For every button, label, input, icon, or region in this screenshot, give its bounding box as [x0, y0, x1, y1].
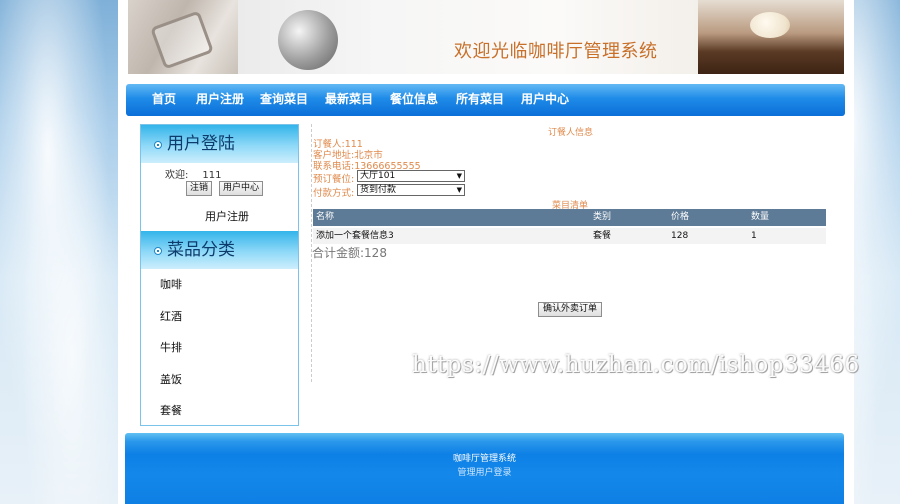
- page-container: 欢迎光临咖啡厅管理系统 首页 用户注册 查询菜目 最新菜目 餐位信息 所有菜目 …: [118, 0, 854, 504]
- column-quantity: 数量: [751, 212, 770, 222]
- nav-register[interactable]: 用户注册: [196, 88, 244, 110]
- confirm-order-button[interactable]: 确认外卖订单: [538, 302, 603, 317]
- category-item-rice[interactable]: 盖饭: [141, 364, 298, 396]
- category-list: 咖啡 红酒 牛排 盖饭 套餐: [141, 269, 298, 427]
- total-value: 128: [364, 246, 387, 260]
- coffee-cup-image: [128, 0, 238, 74]
- orderer-info-title: 订餐人信息: [548, 128, 594, 138]
- username: 111: [202, 170, 222, 181]
- background-cloud-left: [0, 0, 120, 504]
- watermark-text: https://www.huzhan.com/ishop33466: [412, 352, 860, 378]
- payment-label: 付款方式:: [313, 188, 355, 199]
- welcome-label: 欢迎:: [165, 170, 189, 181]
- table-row: 添加一个套餐信息3 套餐 128 1: [313, 228, 826, 244]
- logout-button[interactable]: 注销: [186, 181, 213, 196]
- category-heading-label: 菜品分类: [167, 240, 235, 260]
- order-total: 合计金额:128: [312, 244, 387, 261]
- login-box: 欢迎: 111 注销 用户中心 用户注册: [141, 163, 298, 231]
- category-item-coffee[interactable]: 咖啡: [141, 269, 298, 301]
- seat-select-value: 大厅101: [360, 171, 396, 181]
- nav-all-menu[interactable]: 所有菜目: [456, 88, 504, 110]
- category-heading: 菜品分类: [141, 231, 298, 269]
- admin-login-link[interactable]: 管理用户登录: [125, 465, 844, 478]
- total-label: 合计金额:: [312, 246, 365, 260]
- category-item-wine[interactable]: 红酒: [141, 301, 298, 333]
- nav-latest-menu[interactable]: 最新菜目: [325, 88, 373, 110]
- nav-user-center[interactable]: 用户中心: [521, 88, 569, 110]
- header-banner: 欢迎光临咖啡厅管理系统: [128, 0, 844, 74]
- seat-label: 预订餐位:: [313, 174, 355, 185]
- category-item-steak[interactable]: 牛排: [141, 332, 298, 364]
- order-panel: 订餐人信息 订餐人:111 客户地址:北京市 联系电话:13666655555 …: [311, 124, 830, 382]
- seat-select[interactable]: 大厅101 ▼: [357, 170, 465, 182]
- payment-select[interactable]: 货到付款 ▼: [357, 184, 465, 196]
- payment-select-value: 货到付款: [360, 185, 397, 195]
- site-title: 欢迎光临咖啡厅管理系统: [454, 41, 658, 62]
- nav-seat-info[interactable]: 餐位信息: [390, 88, 438, 110]
- sidebar: 用户登陆 欢迎: 111 注销 用户中心 用户注册 菜品分类 咖啡 红酒 牛排 盖…: [140, 124, 299, 426]
- column-category: 类别: [593, 212, 612, 222]
- footer-title: 咖啡厅管理系统: [452, 454, 516, 464]
- bullet-icon: [154, 141, 162, 149]
- main-nav: 首页 用户注册 查询菜目 最新菜目 餐位信息 所有菜目 用户中心: [126, 84, 845, 116]
- dessert-image: [698, 0, 844, 74]
- spoon-image: [278, 10, 338, 70]
- dropdown-arrow-icon: ▼: [456, 172, 462, 180]
- row-quantity: 1: [751, 231, 757, 241]
- nav-home[interactable]: 首页: [152, 88, 176, 110]
- column-price: 价格: [671, 212, 690, 222]
- user-center-button[interactable]: 用户中心: [219, 181, 264, 196]
- category-item-set-meal[interactable]: 套餐: [141, 395, 298, 427]
- login-heading: 用户登陆: [141, 125, 298, 163]
- row-category: 套餐: [593, 231, 612, 241]
- footer: 咖啡厅管理系统 管理用户登录: [125, 433, 844, 504]
- welcome-text: 欢迎: 111: [165, 166, 221, 181]
- column-name: 名称: [316, 212, 335, 222]
- nav-search-menu[interactable]: 查询菜目: [260, 88, 308, 110]
- row-price: 128: [671, 231, 689, 241]
- register-link[interactable]: 用户注册: [205, 208, 249, 224]
- login-heading-label: 用户登陆: [167, 134, 235, 154]
- row-name: 添加一个套餐信息3: [316, 231, 394, 241]
- bullet-icon: [154, 247, 162, 255]
- menu-table-header: 名称 类别 价格 数量: [313, 209, 826, 226]
- dropdown-arrow-icon: ▼: [456, 186, 462, 194]
